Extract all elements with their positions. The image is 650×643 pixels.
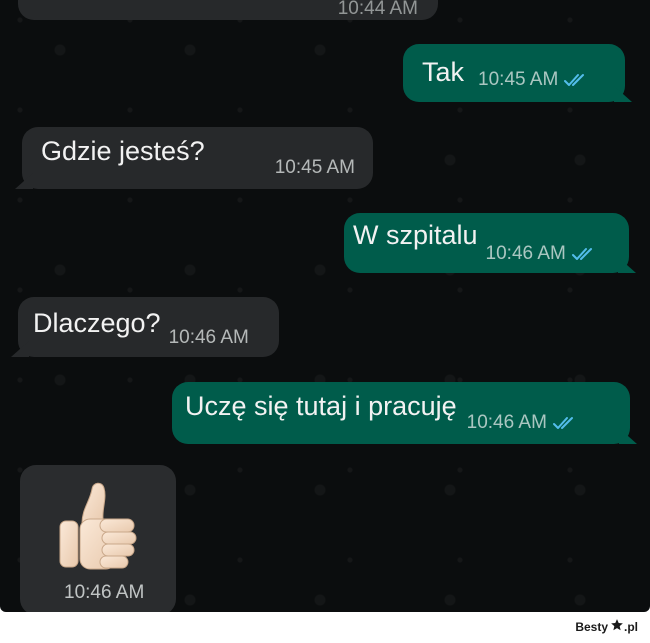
message-text: Dlaczego? [33,308,161,338]
watermark-text: Besty [575,619,608,634]
watermark-suffix: .pl [624,619,638,634]
message-meta: 10:45 AM [478,69,590,91]
message-meta: 10:46 AM [486,243,598,265]
message-incoming[interactable]: Gdzie jesteś? 10:45 AM [22,127,373,189]
previous-message-bubble[interactable]: 10:44 AM [18,0,438,20]
message-time: 10:46 AM [466,412,547,433]
message-time: 10:46 AM [485,243,566,264]
star-icon [610,618,624,635]
double-check-read-icon [571,246,598,262]
message-text: Gdzie jesteś? [41,136,205,166]
message-outgoing[interactable]: W szpitalu 10:46 AM [344,213,629,273]
message-incoming[interactable]: Dlaczego? 10:46 AM [18,297,279,357]
message-text: Tak [422,57,465,87]
message-time: 10:45 AM [478,69,559,90]
message-text: W szpitalu [353,220,478,250]
chat-background: 10:44 AM Tak 10:45 AM Gdzie jesteś? 10:4… [0,0,650,612]
message-meta: 10:45 AM [275,157,355,179]
sticker-message[interactable]: 10:46 AM [20,465,176,612]
message-time: 10:46 AM [168,327,249,348]
message-time: 10:46 AM [64,582,145,603]
message-time: 10:45 AM [274,157,355,178]
double-check-read-icon [564,72,590,88]
message-text: Uczę się tutaj i pracuję [185,391,457,421]
message-outgoing[interactable]: Tak 10:45 AM [403,44,625,102]
message-meta: 10:46 AM [169,327,249,349]
thumbs-up-icon [56,479,142,580]
message-meta: 10:46 AM [467,412,579,434]
watermark: Besty .pl [575,618,638,635]
double-check-read-icon [552,415,579,431]
message-outgoing[interactable]: Uczę się tutaj i pracuję 10:46 AM [172,382,630,444]
message-time: 10:44 AM [337,0,418,19]
